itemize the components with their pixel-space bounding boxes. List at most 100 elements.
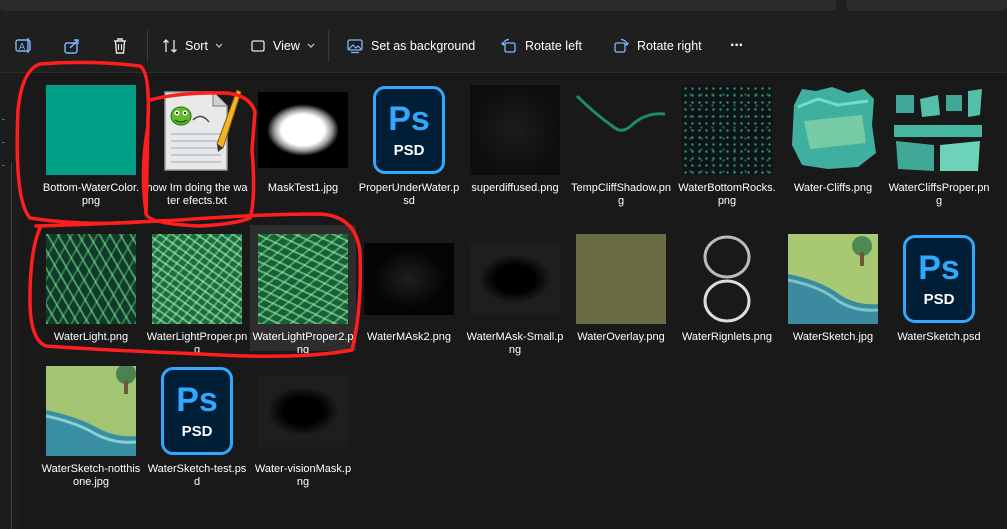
psd-extension-text: PSD — [393, 141, 425, 159]
file-item-selected[interactable]: WaterLightProper2.png — [250, 225, 356, 356]
rotate-right-label: Rotate right — [637, 39, 702, 53]
more-options-label: ··· — [730, 37, 744, 54]
sort-icon — [162, 38, 178, 54]
ps-logo-text: Ps — [918, 248, 960, 287]
file-name: TempCliffShadow.png — [570, 182, 672, 207]
image-thumbnail — [257, 233, 349, 325]
file-name: WaterMAsk-Small.png — [466, 331, 564, 356]
set-as-background-button[interactable]: Set as background — [346, 32, 475, 60]
image-thumbnail — [363, 233, 455, 325]
file-name: WaterLightProper2.png — [252, 331, 354, 356]
delete-button[interactable] — [110, 32, 130, 60]
svg-text:A: A — [19, 42, 25, 52]
file-item[interactable]: superdiffused.png — [462, 76, 568, 202]
wallpaper-icon — [346, 37, 364, 55]
rotate-right-button[interactable]: Rotate right — [612, 32, 702, 60]
file-name: Water-Cliffs.png — [793, 182, 873, 194]
view-icon — [250, 38, 266, 54]
file-name: WaterLight.png — [53, 331, 129, 343]
chevron-down-icon — [215, 43, 223, 49]
image-thumbnail — [257, 365, 349, 457]
file-item[interactable]: WaterBottomRocks.png — [674, 76, 780, 207]
file-item[interactable]: WaterMAsk-Small.png — [462, 225, 568, 356]
sort-button[interactable]: Sort — [162, 32, 223, 60]
file-item[interactable]: WaterCliffsProper.png — [886, 76, 992, 207]
toolbar-divider — [147, 30, 148, 62]
view-button[interactable]: View — [250, 32, 315, 60]
title-bar — [0, 0, 1007, 20]
file-name: WaterOverlay.png — [577, 331, 665, 343]
psd-extension-text: PSD — [923, 290, 955, 308]
file-item[interactable]: WaterLight.png — [38, 225, 144, 351]
image-thumbnail — [45, 365, 137, 457]
file-item[interactable]: WaterSketch.jpg — [780, 225, 886, 351]
ps-logo-text: Ps — [176, 380, 218, 419]
search-box[interactable] — [846, 0, 1007, 11]
rotate-right-icon — [612, 37, 630, 55]
file-name: how Im doing the water efects.txt — [146, 182, 248, 207]
image-thumbnail — [469, 84, 561, 176]
navigation-pane[interactable] — [0, 73, 22, 529]
file-item[interactable]: WaterOverlay.png — [568, 225, 674, 351]
file-item[interactable]: Water-visionMask.png — [250, 357, 356, 488]
image-thumbnail — [469, 233, 561, 325]
file-name: WaterBottomRocks.png — [678, 182, 776, 207]
trash-icon — [110, 36, 130, 56]
rotate-left-icon — [500, 37, 518, 55]
file-item[interactable]: Ps PSD WaterSketch.psd — [886, 225, 992, 351]
chevron-down-icon — [307, 43, 315, 49]
file-name: WaterMAsk2.png — [367, 331, 451, 343]
rotate-left-label: Rotate left — [525, 39, 582, 53]
file-name: WaterSketch.psd — [897, 331, 981, 343]
file-name: ProperUnderWater.psd — [358, 182, 460, 207]
file-name: WaterSketch-notthis one.jpg — [41, 463, 141, 488]
file-item[interactable]: how Im doing the water efects.txt — [144, 76, 250, 207]
file-name: WaterSketch.jpg — [792, 331, 874, 343]
file-item[interactable]: Bottom-WaterColor.png — [38, 76, 144, 207]
image-thumbnail — [681, 84, 773, 176]
rename-icon: A — [14, 36, 34, 56]
file-name: WaterCliffsProper.png — [888, 182, 990, 207]
psd-icon: Ps PSD — [893, 233, 985, 325]
file-item[interactable]: WaterSketch-notthis one.jpg — [38, 357, 144, 488]
image-thumbnail — [787, 84, 879, 176]
file-item[interactable]: WaterMAsk2.png — [356, 225, 462, 351]
share-button[interactable] — [62, 32, 82, 60]
file-name: MaskTest1.jpg — [267, 182, 339, 194]
file-name: Bottom-WaterColor.png — [42, 182, 140, 207]
file-item[interactable]: Water-Cliffs.png — [780, 76, 886, 202]
file-name: WaterRignlets.png — [681, 331, 773, 343]
image-thumbnail — [893, 84, 985, 176]
ps-logo-text: Ps — [388, 99, 430, 138]
view-label: View — [273, 39, 300, 53]
file-item[interactable]: TempCliffShadow.png — [568, 76, 674, 207]
psd-icon: Ps PSD — [151, 365, 243, 457]
more-options-button[interactable]: ··· — [730, 32, 744, 60]
file-name: superdiffused.png — [471, 182, 559, 194]
psd-icon: Ps PSD — [363, 84, 455, 176]
file-item[interactable]: Ps PSD WaterSketch-test.psd — [144, 357, 250, 488]
rotate-left-button[interactable]: Rotate left — [500, 32, 582, 60]
image-thumbnail — [257, 84, 349, 176]
toolbar-divider — [328, 30, 329, 62]
file-name: WaterLightProper.png — [146, 331, 248, 356]
command-bar: A Sort View Set as background Rotate lef… — [0, 20, 1007, 73]
image-thumbnail — [575, 233, 667, 325]
file-item[interactable]: Ps PSD ProperUnderWater.psd — [356, 76, 462, 207]
sort-label: Sort — [185, 39, 208, 53]
notepad-icon — [151, 84, 243, 176]
file-grid: Bottom-WaterColor.png how Im doing the w… — [22, 73, 1007, 529]
set-as-background-label: Set as background — [371, 39, 476, 53]
image-thumbnail — [45, 84, 137, 176]
file-name: Water-visionMask.png — [254, 463, 352, 488]
share-icon — [62, 36, 82, 56]
image-thumbnail — [575, 84, 667, 176]
image-thumbnail — [787, 233, 879, 325]
rename-button[interactable]: A — [14, 32, 34, 60]
file-item[interactable]: WaterLightProper.png — [144, 225, 250, 356]
file-item[interactable]: WaterRignlets.png — [674, 225, 780, 351]
file-item[interactable]: MaskTest1.jpg — [250, 76, 356, 202]
address-bar[interactable] — [0, 0, 836, 11]
image-thumbnail — [151, 233, 243, 325]
psd-extension-text: PSD — [181, 422, 213, 440]
